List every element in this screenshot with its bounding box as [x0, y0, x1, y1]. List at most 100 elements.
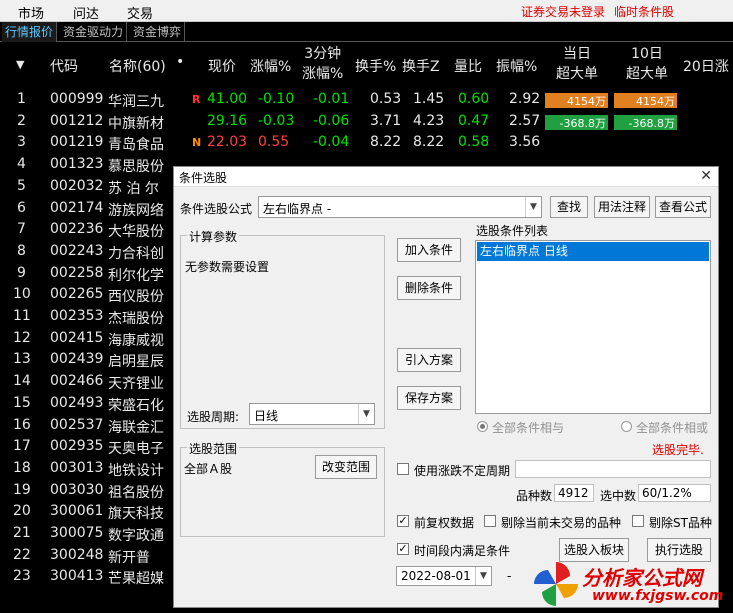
tab-capital-drive[interactable]: 资金驱动力 [60, 22, 128, 42]
stock-code: 002353 [50, 308, 104, 324]
row-index: 8 [17, 242, 26, 259]
chevron-down-icon[interactable]: ▼ [358, 404, 374, 424]
radio-or-label[interactable]: 全部条件相或 [636, 419, 708, 436]
col-change-3min[interactable]: 3分钟 涨幅% [302, 44, 343, 84]
col-turnover-z[interactable]: 换手Z [402, 56, 440, 76]
uncertain-period-label[interactable]: 使用涨跌不定周期 [414, 462, 510, 479]
stock-code: 300075 [50, 525, 104, 541]
col-price[interactable]: 现价 [208, 56, 236, 76]
stock-name: 海康威视 [108, 332, 164, 349]
table-row[interactable]: 3 001219 青岛食品 N 22.03 0.55 -0.04 8.22 8.22 0.58 3.… [0, 133, 733, 155]
menu-wenda[interactable]: 问达 [73, 3, 99, 22]
price-value: 29.16 [207, 112, 248, 129]
row-index: 13 [13, 351, 31, 368]
change-3min-value: -0.04 [313, 134, 350, 151]
row-index: 12 [13, 329, 31, 346]
table-row[interactable]: 2 001212 中旗新材 29.16 -0.03 -0.06 3.71 4.23 0.47 2.… [0, 112, 733, 134]
change-3min-value: -0.06 [313, 112, 350, 129]
row-index: 1 [17, 91, 26, 107]
exclude-no-trade-checkbox[interactable] [484, 515, 496, 527]
stock-name: 祖名股份 [108, 484, 164, 501]
stock-name: 芒果超媒 [108, 571, 164, 588]
date-separator: - [507, 569, 512, 583]
calc-params-title: 计算参数 [187, 228, 240, 245]
uncertain-period-field[interactable] [515, 460, 711, 478]
stock-code: 002415 [50, 329, 104, 346]
col-name[interactable]: 名称(60) [109, 56, 166, 76]
sort-arrow-icon[interactable]: ▼ [16, 58, 24, 71]
tab-capital-game[interactable]: 资金博弈 [130, 22, 186, 42]
period-select[interactable]: 日线 ▼ [249, 403, 375, 425]
col-day-bigorder[interactable]: 当日 超大单 [556, 44, 598, 84]
stock-code: 002439 [50, 351, 104, 368]
amplitude-value: 2.92 [509, 91, 541, 107]
row-index: 5 [17, 177, 26, 194]
stock-name: 大华股份 [108, 224, 164, 241]
radio-and-label[interactable]: 全部条件相与 [492, 419, 564, 436]
menu-market[interactable]: 市场 [18, 3, 44, 22]
fq-checkbox[interactable]: ✓ [397, 515, 409, 527]
range-group: 选股范围 全部Ａ股 改变范围 [180, 440, 385, 537]
fq-label[interactable]: 前复权数据 [414, 514, 474, 531]
close-icon[interactable]: ✕ [700, 168, 712, 184]
find-button[interactable]: 查找 [550, 196, 588, 218]
chevron-down-icon[interactable]: ▼ [475, 567, 491, 585]
stock-name: 天齐锂业 [108, 376, 164, 393]
exclude-st-checkbox[interactable] [632, 515, 644, 527]
stock-code: 002493 [50, 394, 104, 411]
menu-trade[interactable]: 交易 [127, 3, 153, 22]
formula-value: 左右临界点 - [263, 202, 332, 216]
radio-and[interactable] [477, 421, 488, 432]
uncertain-period-checkbox[interactable] [397, 463, 409, 475]
col-20day-change[interactable]: 20日涨 [683, 56, 729, 76]
exclude-st-label[interactable]: 剔除ST品种 [649, 514, 712, 531]
day-bigorder-bar: 4154万 [545, 93, 608, 108]
tab-quotes[interactable]: 行情报价 [2, 22, 58, 42]
col-turnover[interactable]: 换手% [355, 56, 396, 76]
save-plan-button[interactable]: 保存方案 [397, 386, 461, 410]
usage-button[interactable]: 用法注释 [594, 196, 650, 218]
add-condition-button[interactable]: 加入条件 [397, 238, 461, 262]
view-formula-button[interactable]: 查看公式 [655, 196, 711, 218]
time-range-label[interactable]: 时间段内满足条件 [414, 542, 510, 559]
chevron-down-icon[interactable]: ▼ [525, 197, 541, 217]
stock-code: 000999 [50, 91, 104, 107]
range-value: 全部Ａ股 [184, 462, 233, 476]
import-plan-button[interactable]: 引入方案 [397, 348, 461, 372]
row-index: 14 [13, 373, 31, 390]
change-range-button[interactable]: 改变范围 [315, 455, 377, 479]
condition-select-dialog: 条件选股 ✕ 条件选股公式 左右临界点 - ▼ 查找 用法注释 查看公式 计算参… [173, 166, 719, 608]
stock-name: 旗天科技 [108, 506, 164, 523]
count-label: 品种数 [516, 489, 553, 503]
radio-or[interactable] [621, 421, 632, 432]
time-range-checkbox[interactable]: ✓ [397, 543, 409, 555]
col-10day-bigorder[interactable]: 10日 超大单 [626, 44, 668, 84]
stock-code: 002935 [50, 438, 104, 455]
row-index: 23 [13, 568, 31, 585]
status-done: 选股完毕. [652, 443, 704, 457]
row-index: 3 [17, 134, 26, 151]
stock-code: 001219 [50, 134, 104, 151]
stock-code: 003030 [50, 481, 104, 498]
condition-list[interactable]: 左右临界点 日线 [475, 240, 711, 414]
price-value: 41.00 [207, 91, 248, 107]
list-item[interactable]: 左右临界点 日线 [477, 242, 709, 261]
temp-condition-link[interactable]: 临时条件股 [614, 3, 674, 20]
trade-login-status[interactable]: 证券交易未登录 [521, 3, 605, 20]
delete-condition-button[interactable]: 删除条件 [397, 276, 461, 300]
turnover-value: 8.22 [370, 134, 402, 151]
stock-name: 新开普 [108, 549, 150, 566]
col-change-pct[interactable]: 涨幅% [250, 56, 291, 76]
stock-name: 西仪股份 [108, 289, 164, 306]
change-pct-value: 0.55 [258, 134, 290, 151]
stock-name: 苏 泊 尔 [108, 180, 159, 197]
table-row[interactable]: 1 000999 华润三九 R 41.00 -0.10 -0.01 0.53 1.45 0.60 2… [0, 90, 733, 112]
col-amplitude[interactable]: 振幅% [496, 56, 537, 76]
row-index: 6 [17, 199, 26, 216]
dialog-titlebar[interactable]: 条件选股 ✕ [174, 167, 718, 187]
col-code[interactable]: 代码 [50, 56, 78, 76]
exclude-no-trade-label[interactable]: 剔除当前未交易的品种 [501, 514, 621, 531]
formula-select[interactable]: 左右临界点 - ▼ [258, 196, 542, 218]
col-volume-ratio[interactable]: 量比 [454, 56, 482, 76]
start-date-picker[interactable]: 2022-08-01 ▼ [396, 566, 492, 586]
